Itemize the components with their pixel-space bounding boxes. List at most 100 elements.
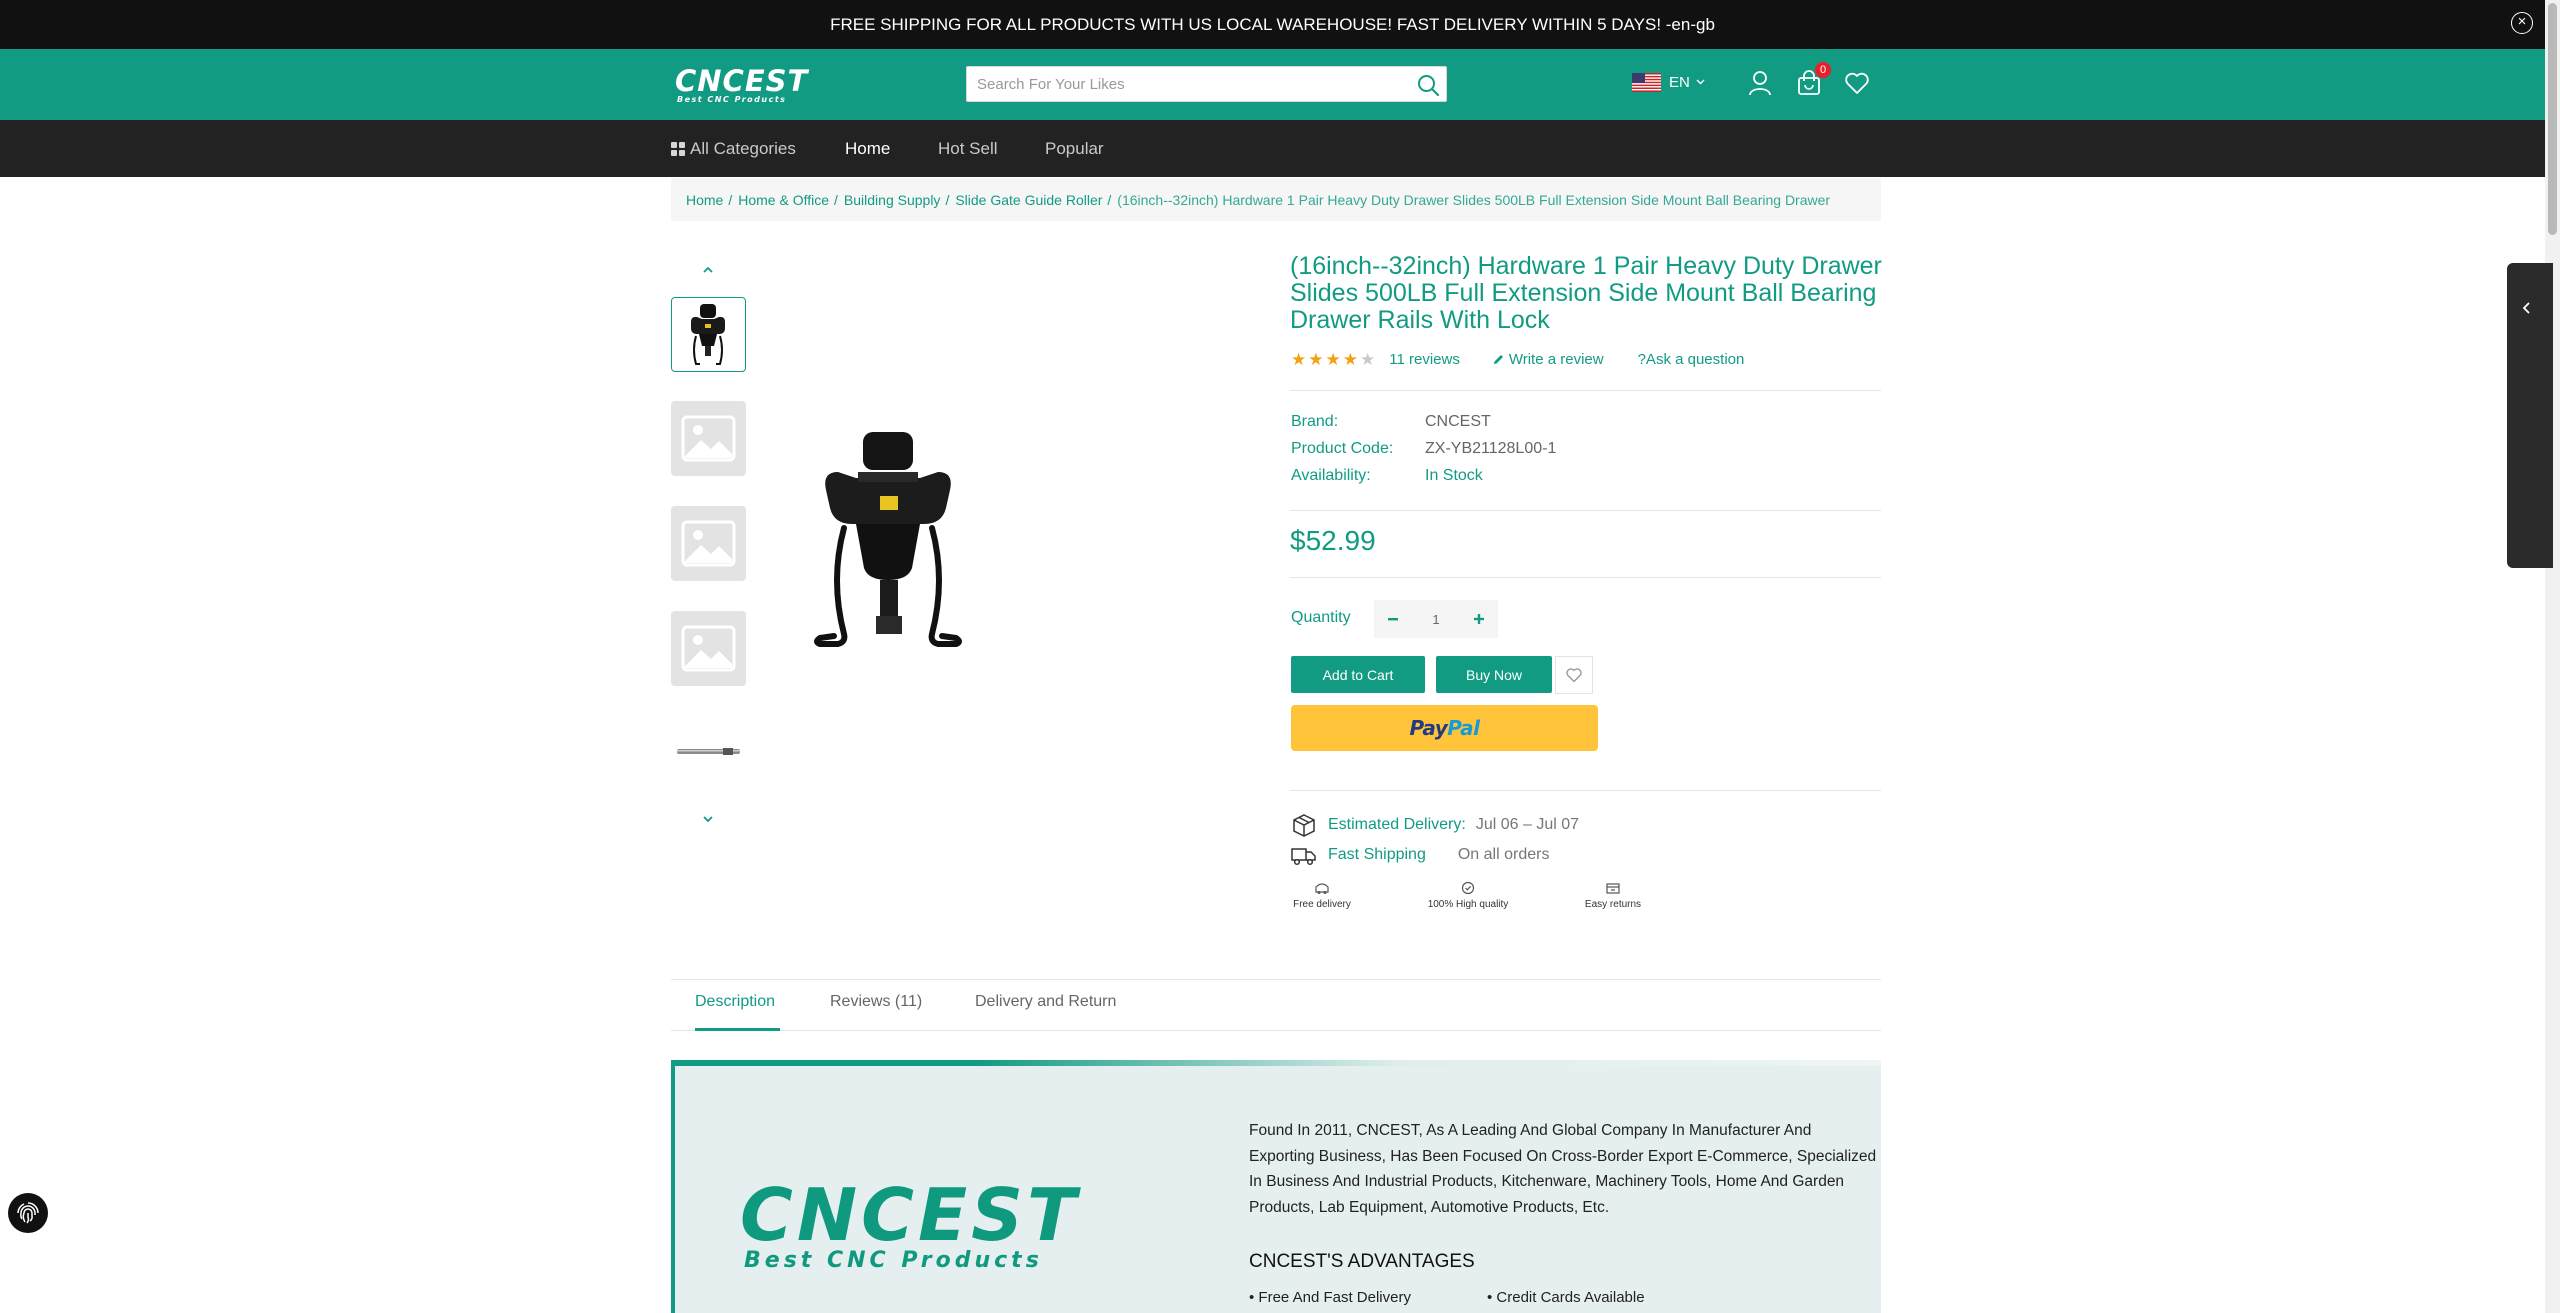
fast-shipping-row: Fast Shipping On all orders (1291, 842, 1549, 868)
star-icon: ★ (1325, 349, 1341, 369)
thumbnail-4[interactable] (671, 611, 746, 686)
thumbnail-3[interactable] (671, 506, 746, 581)
quantity-input[interactable] (1412, 600, 1460, 638)
product-price: $52.99 (1290, 525, 1376, 556)
image-placeholder-icon (681, 520, 736, 567)
star-icon: ★ (1360, 349, 1376, 369)
language-selector[interactable]: EN (1632, 70, 1705, 94)
package-icon (1293, 814, 1315, 837)
site-header: CNCEST Best CNC Products EN 0 (0, 49, 2545, 120)
fast-shipping-value: On all orders (1457, 846, 1550, 863)
thumbnail-5[interactable] (671, 715, 746, 790)
quantity-stepper (1374, 600, 1498, 638)
image-placeholder-icon (681, 625, 736, 672)
product-code-row: Product Code: ZX-YB21128L00-1 (1291, 440, 1556, 462)
search-icon[interactable] (1416, 73, 1440, 97)
add-to-cart-button[interactable]: Add to Cart (1291, 656, 1425, 693)
breadcrumb-home-office[interactable]: Home & Office (738, 192, 829, 208)
reviews-link[interactable]: 11 reviews (1389, 351, 1460, 368)
product-code-label: Product Code: (1291, 440, 1394, 457)
brand-logo-tagline: Best CNC Products (744, 1248, 1043, 1273)
truck-icon (1291, 848, 1316, 866)
active-tab-indicator (695, 1028, 780, 1031)
paypal-button[interactable]: Pay Pal (1291, 705, 1598, 751)
write-review-link[interactable]: Write a review (1492, 351, 1604, 368)
divider (1290, 577, 1881, 578)
plus-icon[interactable] (1460, 600, 1498, 638)
cart-count-badge: 0 (1815, 62, 1831, 78)
minus-icon[interactable] (1374, 600, 1412, 638)
search-input[interactable] (967, 67, 1397, 101)
announcement-bar: FREE SHIPPING FOR ALL PRODUCTS WITH US L… (0, 0, 2545, 49)
chevron-up-icon[interactable] (700, 263, 716, 275)
discount-side-tab[interactable]: Get 5% off_en-gb (2029, 263, 2553, 778)
divider (1290, 510, 1881, 511)
brand-logo-large: CNCEST Best CNC Products (740, 1179, 1080, 1273)
return-box-icon (1606, 883, 1620, 894)
breadcrumb-current: (16inch--32inch) Hardware 1 Pair Heavy D… (1117, 191, 1831, 208)
breadcrumb: Home / Home & Office / Building Supply / Sl… (671, 178, 1881, 221)
add-to-wishlist-button[interactable] (1555, 656, 1593, 694)
star-rating: ★ ★ ★ ★ ★ (1291, 351, 1375, 368)
about-text: Found In 2011, CNCEST, As A Leading And … (1249, 1122, 1877, 1216)
breadcrumb-slide-gate[interactable]: Slide Gate Guide Roller (955, 192, 1102, 208)
advantage-item: • Free And Fast Delivery (1249, 1289, 1411, 1306)
estimated-delivery-row: Estimated Delivery: Jul 06 – Jul 07 (1291, 812, 1579, 838)
brand-label: Brand: (1291, 413, 1339, 430)
paypal-wordmark-pay: Pay (1409, 716, 1448, 740)
feature-high-quality: 100% High quality (1420, 881, 1516, 910)
heart-icon (1566, 668, 1582, 683)
feature-label: Free delivery (1293, 899, 1351, 910)
brand-value: CNCEST (1425, 413, 1491, 430)
availability-row: Availability: In Stock (1291, 467, 1483, 489)
divider (671, 1030, 1881, 1031)
estimated-delivery-label: Estimated Delivery: (1328, 816, 1466, 833)
breadcrumb-building-supply[interactable]: Building Supply (844, 192, 941, 208)
breadcrumb-home[interactable]: Home (686, 192, 723, 208)
nav-item-home[interactable]: Home (845, 120, 890, 177)
fast-shipping-label: Fast Shipping (1328, 846, 1426, 863)
brand-row: Brand: CNCEST (1291, 413, 1491, 435)
nav-item-popular[interactable]: Popular (1045, 120, 1104, 177)
all-categories-button[interactable]: All Categories (671, 120, 796, 177)
close-icon[interactable]: × (2511, 12, 2533, 34)
product-title: (16inch--32inch) Hardware 1 Pair Heavy D… (1290, 252, 1882, 334)
fingerprint-icon[interactable] (8, 1193, 48, 1233)
chevron-down-icon[interactable] (700, 812, 716, 824)
estimated-delivery-value: Jul 06 – Jul 07 (1475, 816, 1580, 833)
tab-description[interactable]: Description (695, 993, 775, 1011)
tab-reviews[interactable]: Reviews (11) (830, 993, 922, 1011)
search-box (966, 66, 1447, 102)
buy-now-button[interactable]: Buy Now (1436, 656, 1552, 693)
availability-value: In Stock (1425, 467, 1483, 484)
image-placeholder-icon (681, 415, 736, 462)
advantages-title: CNCEST'S ADVANTAGES (1249, 1251, 1475, 1272)
wishlist-heart-icon[interactable] (1843, 69, 1871, 97)
divider (671, 979, 1881, 980)
pencil-icon (1493, 354, 1503, 364)
quantity-label: Quantity (1291, 609, 1351, 626)
rating-row: ★ ★ ★ ★ ★ 11 reviews Write a review ?Ask a q… (1291, 349, 1744, 369)
thumbnail-1[interactable] (671, 297, 746, 372)
ask-question-link[interactable]: ?Ask a question (1638, 351, 1745, 368)
user-icon[interactable] (1746, 69, 1774, 97)
scrollbar-thumb[interactable] (2548, 3, 2557, 235)
delivery-icon (1315, 883, 1329, 894)
main-product-image[interactable] (800, 420, 980, 660)
feature-easy-returns: Easy returns (1580, 881, 1646, 910)
star-icon: ★ (1342, 349, 1358, 369)
grid-icon (671, 141, 685, 156)
language-code: EN (1669, 73, 1690, 91)
tab-delivery-return[interactable]: Delivery and Return (975, 993, 1116, 1011)
product-code-value: ZX-YB21128L00-1 (1425, 440, 1557, 457)
us-flag-icon (1632, 72, 1661, 92)
site-logo[interactable]: CNCEST Best CNC Products (675, 67, 807, 105)
all-categories-label: All Categories (690, 139, 796, 158)
quality-badge-icon (1461, 881, 1475, 895)
paypal-wordmark-pal: Pal (1447, 716, 1480, 740)
feature-label: Easy returns (1584, 899, 1642, 910)
discount-text: Get 5% off_en-gb (2029, 617, 2047, 779)
thumbnail-2[interactable] (671, 401, 746, 476)
feature-label: 100% High quality (1427, 899, 1509, 910)
nav-item-hot-sell[interactable]: Hot Sell (938, 120, 998, 177)
